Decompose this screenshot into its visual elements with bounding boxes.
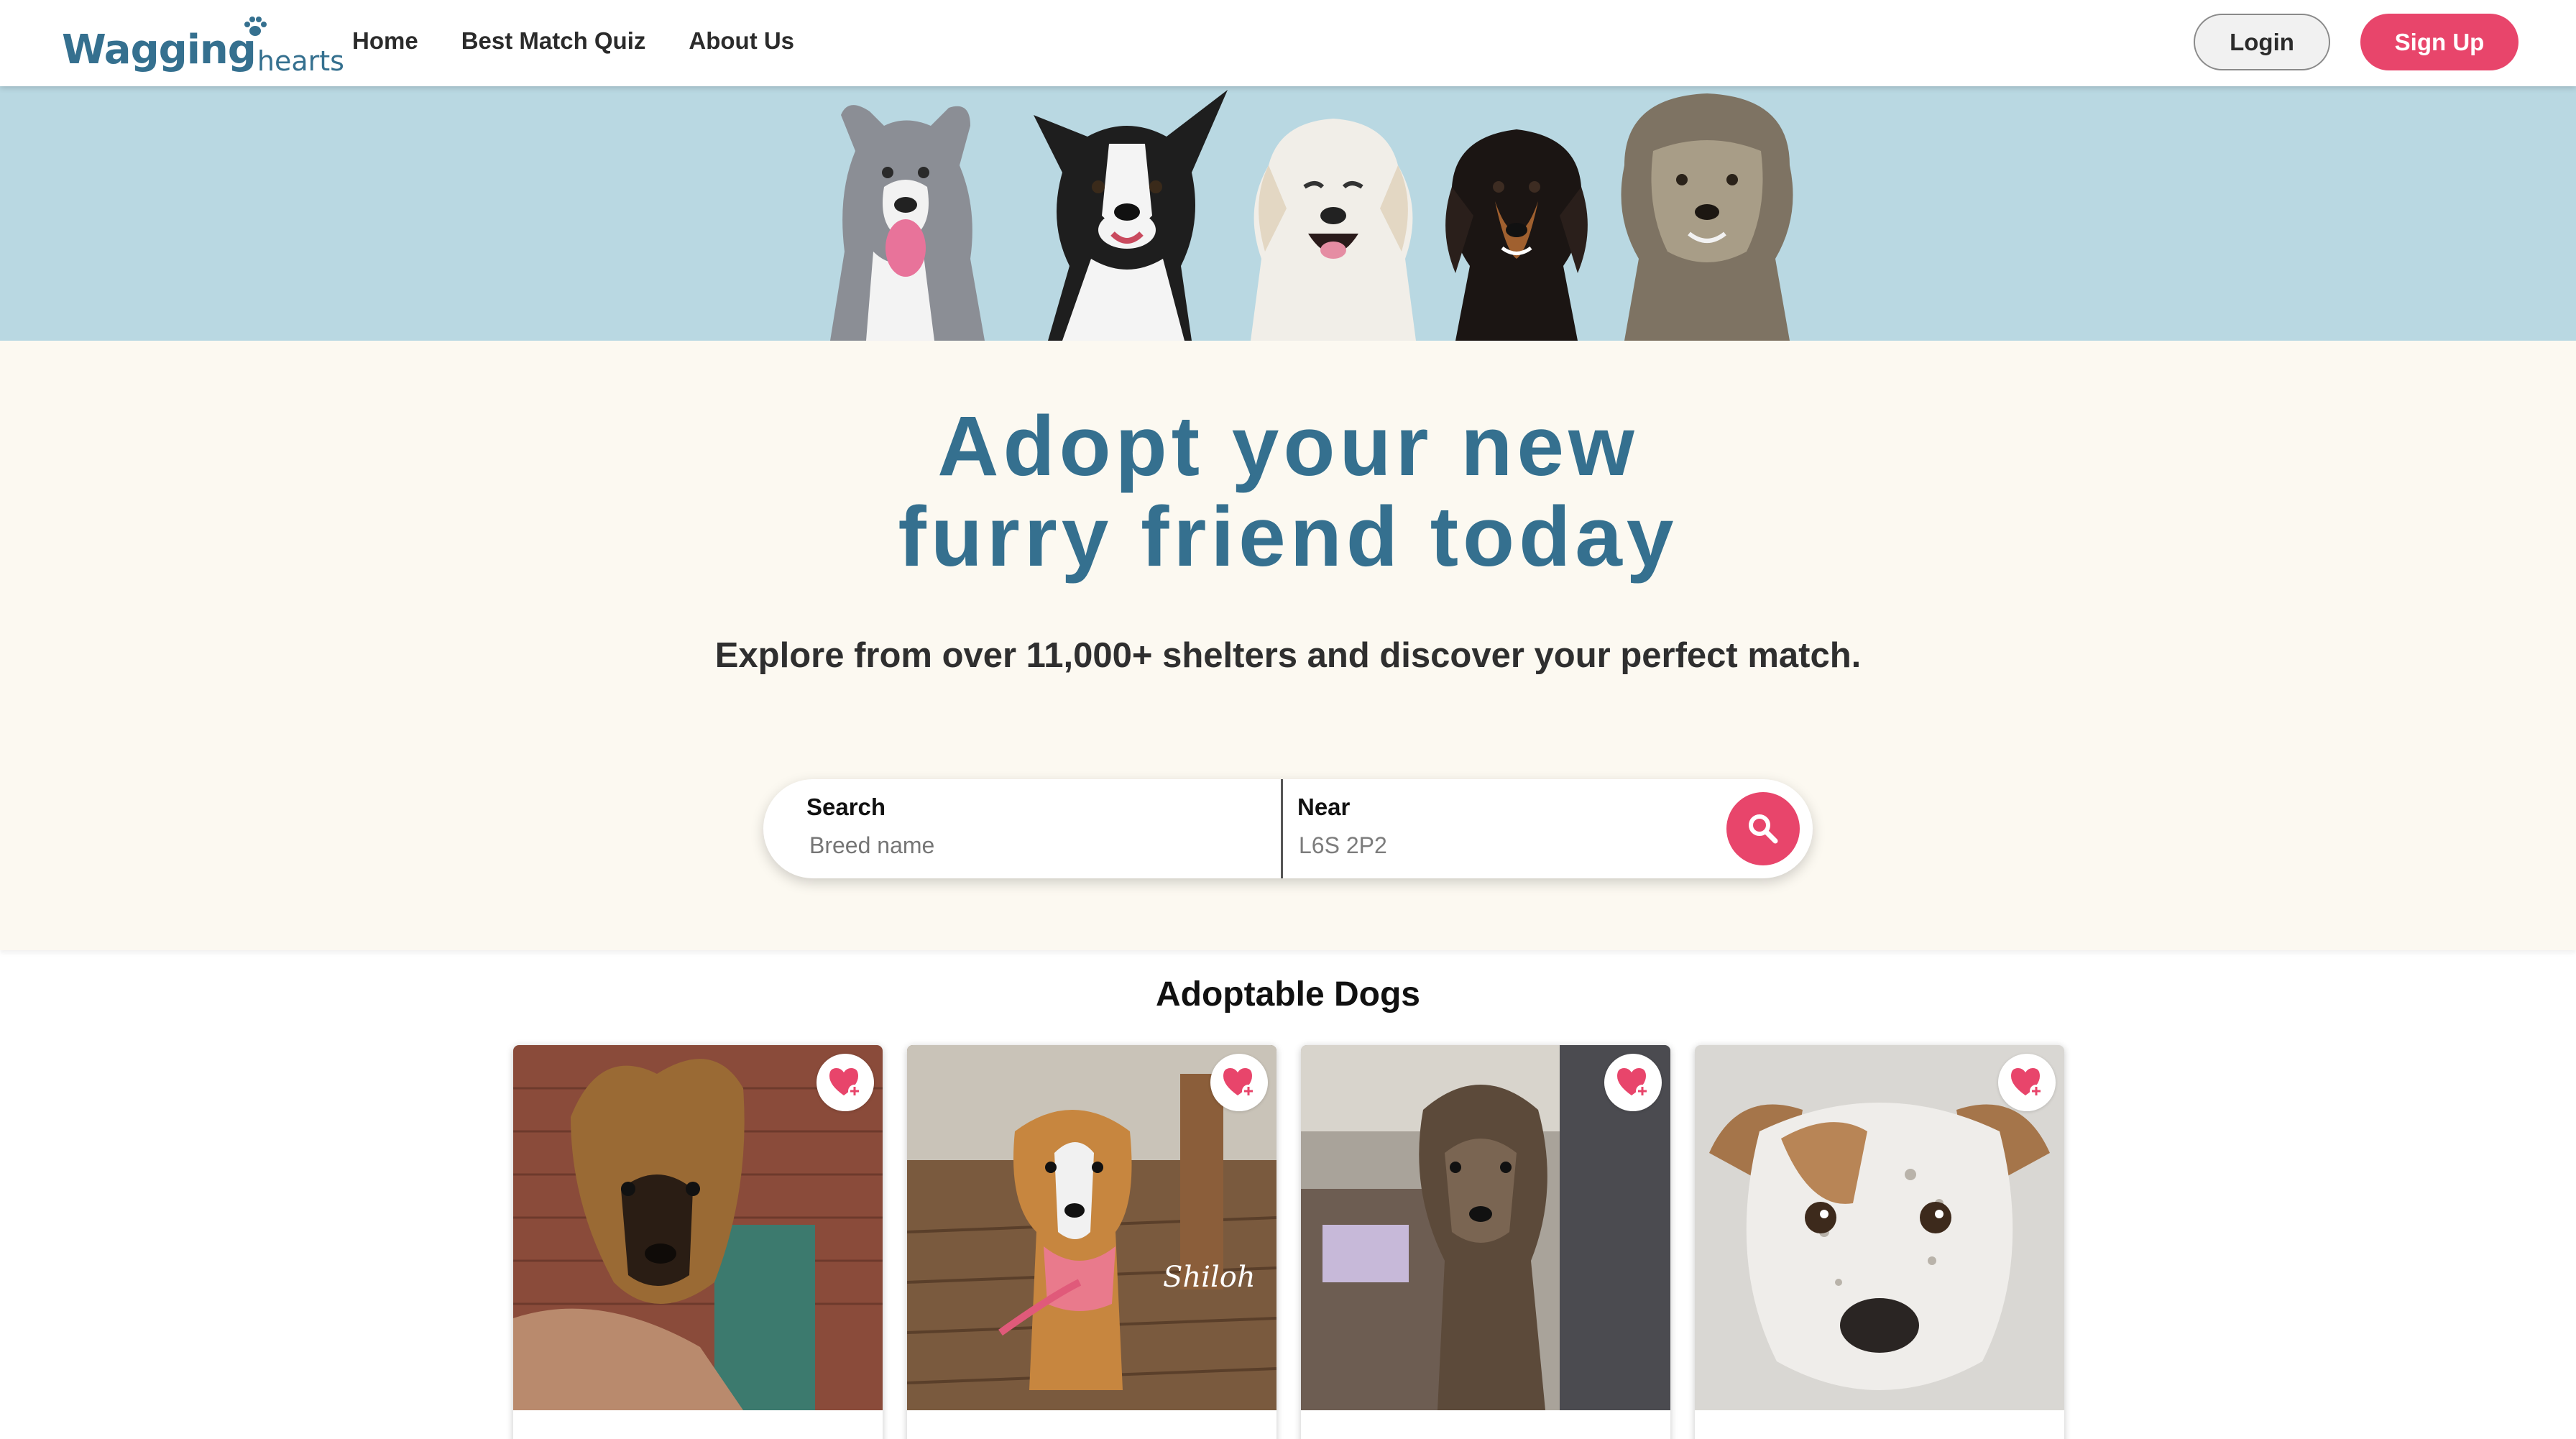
dog-illustration [1445,129,1588,341]
dog-card[interactable] [1301,1045,1670,1439]
hero-banner-image [0,86,2576,341]
location-field[interactable]: Near [1283,779,1714,878]
top-navigation-bar: Wagging hearts Home Best Match Quiz Abou… [0,0,2576,86]
near-label: Near [1297,794,1351,820]
favorite-button[interactable] [1998,1054,2056,1111]
hero-subtitle: Explore from over 11,000+ shelters and d… [714,636,1862,675]
dog-card[interactable]: Shiloh [907,1045,1276,1439]
hero-title: Adopt your new furry friend today [0,401,2576,582]
dog-illustration [1621,93,1793,341]
dog-illustration [1251,119,1416,341]
breed-search-input[interactable] [809,832,1183,859]
heart-plus-icon [2011,1068,2043,1098]
paw-icon [244,17,267,36]
heart-plus-icon [1223,1068,1255,1098]
hero-title-line-1: Adopt your new [937,399,1639,494]
breed-search-field[interactable]: Search [763,779,1281,878]
search-icon [1749,814,1778,844]
logo-subtext: hearts [257,45,344,77]
adoptable-dogs-heading: Adoptable Dogs [1156,975,1420,1013]
photo-caption: Shiloh [1163,1261,1256,1294]
favorite-button[interactable] [1604,1054,1662,1111]
heart-plus-icon [1617,1068,1649,1098]
favorite-button[interactable] [816,1054,874,1111]
dog-illustration [830,105,985,341]
search-button[interactable] [1726,792,1800,865]
heart-plus-icon [829,1068,861,1098]
dog-card[interactable] [1695,1045,2064,1439]
dog-illustration [1034,90,1228,341]
search-bar: Search Near [763,779,1813,878]
search-label: Search [806,794,886,820]
login-button[interactable]: Login [2194,14,2330,70]
hero-title-line-2: furry friend today [898,489,1678,584]
signup-button[interactable]: Sign Up [2360,14,2518,70]
logo-wordmark: Wagging [62,27,257,73]
site-logo[interactable]: Wagging hearts [62,13,344,75]
nav-home[interactable]: Home [352,27,418,55]
dog-card[interactable] [513,1045,883,1439]
location-input[interactable] [1299,832,1673,859]
nav-about-us[interactable]: About Us [689,27,794,55]
nav-best-match-quiz[interactable]: Best Match Quiz [461,27,646,55]
favorite-button[interactable] [1210,1054,1268,1111]
hero-section: Adopt your new furry friend today Explor… [0,341,2576,950]
main-nav: Home Best Match Quiz About Us [352,27,794,55]
